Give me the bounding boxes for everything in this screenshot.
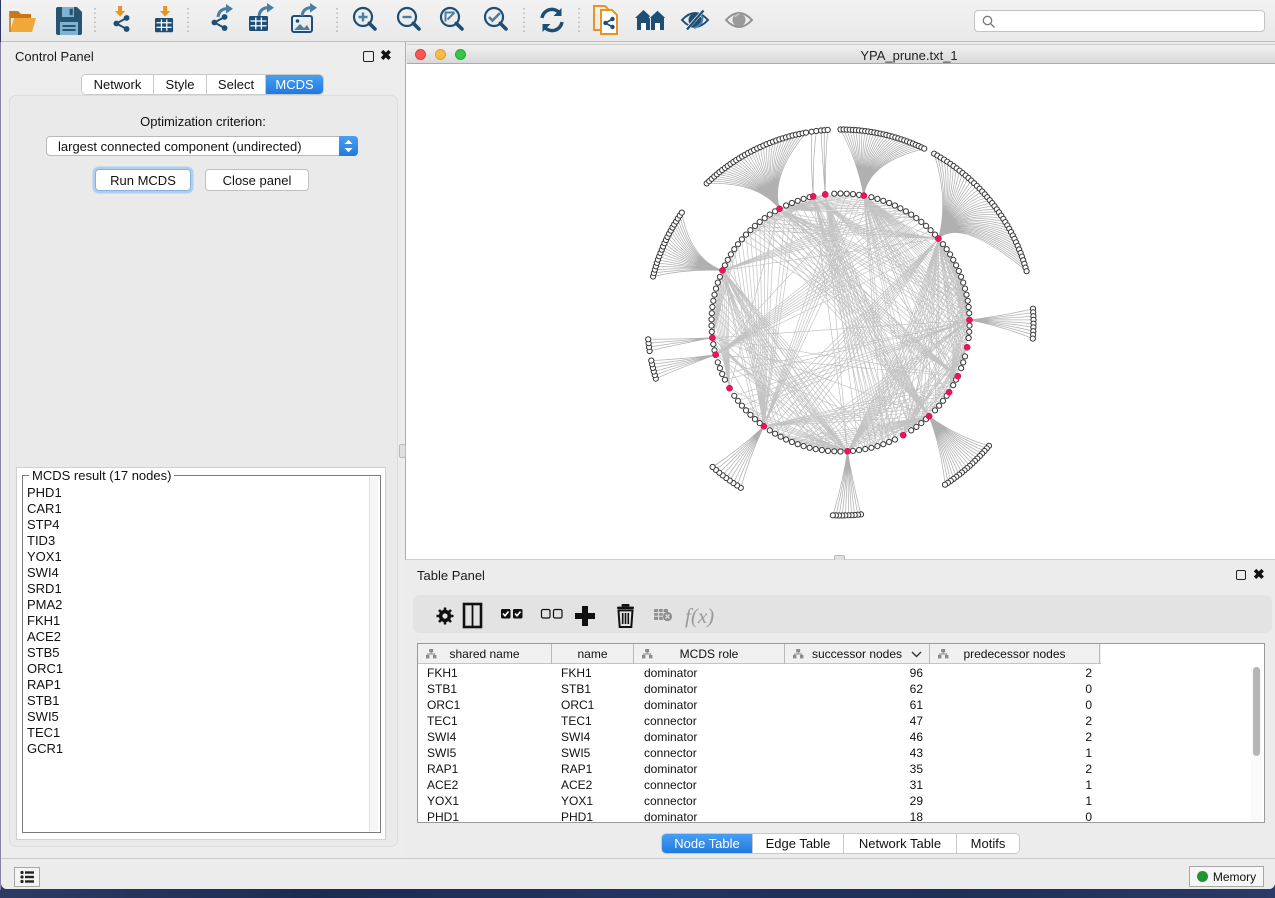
svg-text:f(x): f(x): [685, 604, 714, 628]
